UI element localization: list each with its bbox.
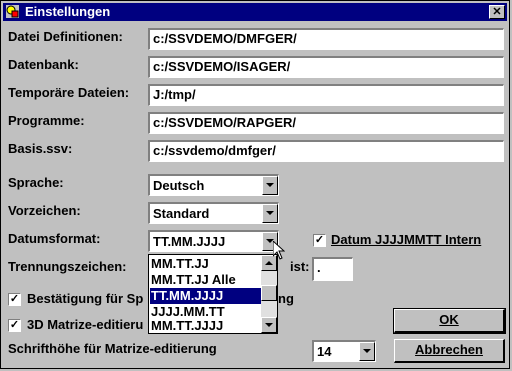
bestaetigung-checkbox[interactable]: ✓ bbox=[8, 293, 21, 306]
close-button[interactable]: ✕ bbox=[489, 5, 505, 19]
datenbank-label: Datenbank: bbox=[8, 57, 79, 72]
scroll-down-button[interactable] bbox=[261, 317, 277, 333]
schrifthoehe-dropdown-button[interactable] bbox=[359, 342, 375, 361]
chevron-down-icon bbox=[266, 183, 274, 187]
programme-label: Programme: bbox=[8, 113, 85, 128]
sprache-select[interactable]: Deutsch bbox=[148, 174, 279, 196]
temporaere-dateien-label: Temporäre Dateien: bbox=[8, 85, 130, 100]
datum-intern-label: Datum JJJJMMTT Intern bbox=[331, 232, 481, 248]
datum-intern-label-text: Datum JJJJMMTT Intern bbox=[331, 232, 482, 247]
trennungszeichen-field[interactable]: . bbox=[312, 257, 353, 281]
app-icon bbox=[6, 5, 19, 18]
schrifthoehe-label: Schrifthöhe für Matrize-editierung bbox=[8, 341, 217, 356]
checkmark-icon: ✓ bbox=[314, 234, 325, 246]
vorzeichen-label: Vorzeichen: bbox=[8, 203, 81, 218]
vorzeichen-value: Standard bbox=[153, 206, 210, 221]
dropdown-scrollbar[interactable] bbox=[261, 255, 277, 333]
trennungszeichen-label: Trennungszeichen: bbox=[8, 259, 127, 274]
dropdown-option[interactable]: MM.TT.JJJJ bbox=[150, 318, 263, 334]
temporaere-dateien-field[interactable]: J:/tmp/ bbox=[148, 84, 504, 106]
datum-intern-checkbox[interactable]: ✓ bbox=[313, 234, 326, 247]
datei-definitionen-field[interactable]: c:/SSVDEMO/DMFGER/ bbox=[148, 28, 504, 50]
ist-label: ist: bbox=[290, 259, 310, 274]
bestaetigung-label-part2: ng bbox=[278, 291, 294, 306]
window-title: Einstellungen bbox=[25, 4, 111, 19]
mouse-cursor-icon bbox=[273, 241, 285, 260]
datumsformat-value: TT.MM.JJJJ bbox=[153, 234, 226, 249]
checkmark-icon: ✓ bbox=[9, 319, 20, 331]
dropdown-option[interactable]: MM.TT.JJ bbox=[150, 256, 263, 272]
chevron-up-icon bbox=[265, 261, 273, 265]
datumsformat-dropdown-list[interactable]: MM.TT.JJ MM.TT.JJ Alle TT.MM.JJJJ JJJJ.M… bbox=[148, 254, 278, 334]
chevron-down-icon bbox=[266, 211, 274, 215]
chevron-down-icon bbox=[363, 349, 371, 353]
sprache-label: Sprache: bbox=[8, 175, 64, 190]
scroll-thumb[interactable] bbox=[261, 285, 277, 301]
abbrechen-button[interactable]: Abbrechen bbox=[394, 339, 505, 363]
datenbank-field[interactable]: c:/SSVDEMO/ISAGER/ bbox=[148, 56, 504, 78]
close-icon: ✕ bbox=[492, 6, 502, 18]
vorzeichen-select[interactable]: Standard bbox=[148, 202, 279, 224]
bestaetigung-label-part1: Bestätigung für Sp bbox=[27, 291, 144, 306]
schrifthoehe-select[interactable]: 14 bbox=[312, 340, 376, 362]
chevron-down-icon bbox=[265, 323, 273, 327]
settings-dialog: Einstellungen ✕ Datei Definitionen: c:/S… bbox=[0, 0, 510, 369]
checkmark-icon: ✓ bbox=[9, 293, 20, 305]
programme-field[interactable]: c:/SSVDEMO/RAPGER/ bbox=[148, 112, 504, 134]
basis-ssv-label: Basis.ssv: bbox=[8, 141, 73, 156]
datumsformat-label: Datumsformat: bbox=[8, 231, 101, 246]
title-bar[interactable]: Einstellungen ✕ bbox=[3, 3, 507, 21]
vorzeichen-dropdown-button[interactable] bbox=[262, 204, 278, 223]
dropdown-option[interactable]: MM.TT.JJ Alle bbox=[150, 272, 263, 288]
dropdown-option-selected[interactable]: TT.MM.JJJJ bbox=[149, 287, 264, 305]
ok-button[interactable]: OK bbox=[393, 308, 506, 334]
matrize-3d-label: 3D Matrize-editieru bbox=[27, 317, 144, 332]
matrize-3d-checkbox[interactable]: ✓ bbox=[8, 319, 21, 332]
abbrechen-button-label: Abbrechen bbox=[415, 342, 483, 357]
ok-button-label: OK bbox=[439, 312, 459, 327]
sprache-dropdown-button[interactable] bbox=[262, 176, 278, 195]
sprache-value: Deutsch bbox=[153, 178, 205, 193]
schrifthoehe-value: 14 bbox=[317, 344, 332, 359]
datumsformat-select[interactable]: TT.MM.JJJJ bbox=[148, 230, 279, 252]
basis-ssv-field[interactable]: c:/ssvdemo/dmfger/ bbox=[148, 140, 504, 162]
datei-definitionen-label: Datei Definitionen: bbox=[8, 29, 123, 44]
